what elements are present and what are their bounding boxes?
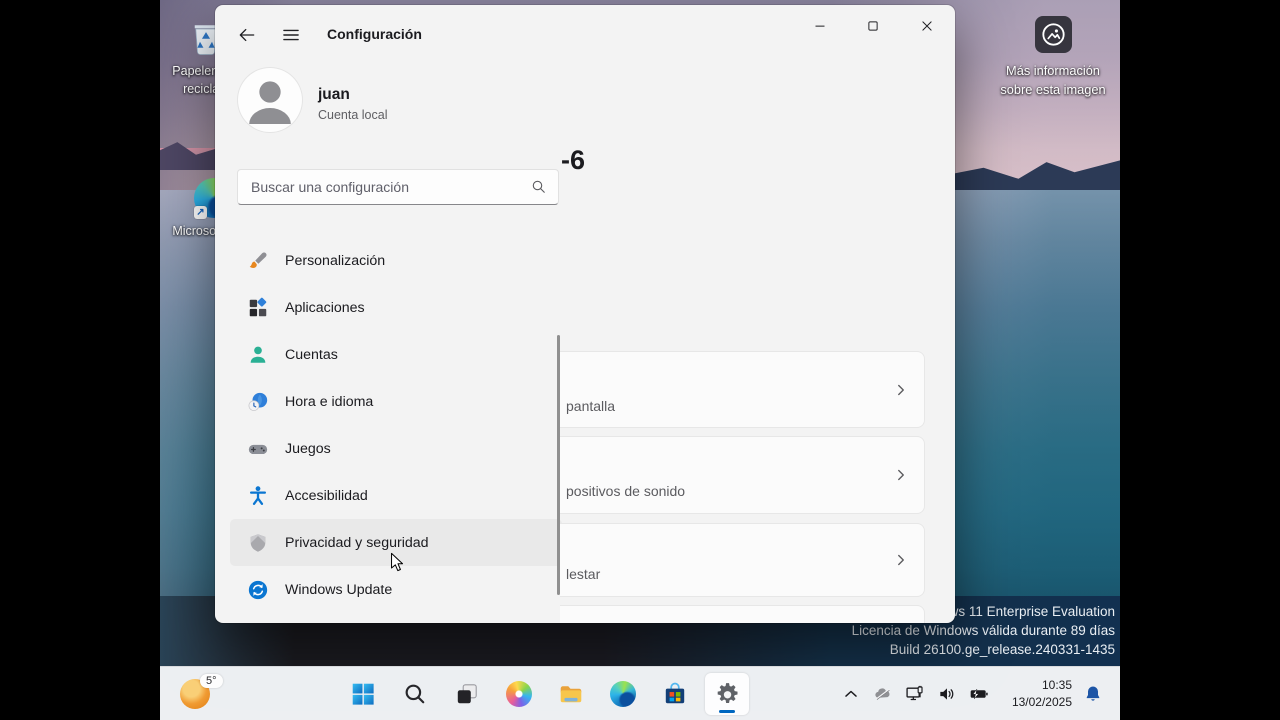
close-icon: [922, 21, 932, 31]
tray-icons: [840, 683, 990, 705]
chevron-right-icon: [892, 381, 910, 399]
settings-gear-icon: [714, 681, 740, 707]
accessibility-icon: [247, 485, 269, 507]
hamburger-icon: [283, 29, 299, 41]
card-subtitle-fragment: pantalla: [566, 398, 616, 414]
sidebar-item-label: Cuentas: [285, 346, 338, 363]
sidebar-item-label: Accesibilidad: [285, 487, 368, 504]
accounts-icon: [247, 344, 269, 366]
profile-name: juan: [318, 86, 350, 103]
edge-icon: [610, 681, 636, 707]
sidebar-item-accessibility[interactable]: Accesibilidad: [230, 472, 562, 519]
settings-window: Configuración juan Cuenta local Buscar u…: [215, 5, 955, 623]
taskbar-button-file-explorer[interactable]: [549, 673, 593, 715]
personalization-brush-icon: [247, 250, 269, 272]
store-icon: [662, 681, 688, 707]
minimize-icon: [815, 25, 825, 27]
settings-card[interactable]: [560, 605, 925, 623]
system-tray: 10:35 13/02/2025: [840, 673, 1104, 715]
letterbox-right: [1120, 0, 1280, 720]
spotlight-label-line1: Más información: [1006, 63, 1100, 78]
taskbar-button-edge[interactable]: [601, 673, 645, 715]
sidebar-item-apps[interactable]: Aplicaciones: [230, 284, 562, 331]
clock-date: 13/02/2025: [1011, 695, 1072, 709]
watermark-line2: Licencia de Windows válida durante 89 dí…: [851, 623, 1115, 638]
active-indicator: [719, 710, 735, 713]
card-subtitle-fragment: lestar: [566, 566, 601, 582]
weather-temp: 5°: [200, 674, 223, 688]
chevron-up-icon[interactable]: [840, 683, 862, 705]
close-button[interactable]: [904, 9, 950, 43]
chevron-right-icon: [892, 551, 910, 569]
sidebar-item-time-language[interactable]: Hora e idioma: [230, 378, 562, 425]
letterbox-left: [0, 0, 160, 720]
settings-card[interactable]: lestar: [560, 523, 925, 597]
minimize-button[interactable]: [797, 9, 843, 43]
windows-update-icon: [247, 579, 269, 601]
search-icon: [530, 178, 548, 196]
apps-icon: [247, 297, 269, 319]
maximize-button[interactable]: [850, 9, 896, 43]
speaker-icon[interactable]: [936, 683, 958, 705]
taskbar-button-store[interactable]: [653, 673, 697, 715]
gaming-icon: [247, 438, 269, 460]
sidebar-item-label: Windows Update: [285, 581, 393, 598]
task-view-icon: [454, 681, 480, 707]
notification-bell-icon[interactable]: [1082, 683, 1104, 705]
shortcut-arrow-icon: ↗: [194, 206, 207, 219]
taskbar-clock[interactable]: 10:35 13/02/2025: [1000, 677, 1072, 711]
battery-charging-icon[interactable]: [968, 683, 990, 705]
spotlight-label-line2: sobre esta imagen: [1000, 81, 1106, 97]
display-connect-icon[interactable]: [904, 683, 926, 705]
taskbar: 5° 10:35 13/02/2025: [160, 666, 1120, 720]
chevron-right-icon: [892, 466, 910, 484]
taskbar-button-copilot[interactable]: [497, 673, 541, 715]
desktop: Papelera de reciclaje ↗ Microsoft Edge M…: [160, 0, 1120, 720]
folder-icon: [558, 681, 584, 707]
sidebar-item-gaming[interactable]: Juegos: [230, 425, 562, 472]
watermark-line3: Build 26100.ge_release.240331-1435: [889, 642, 1115, 657]
search-input[interactable]: [238, 170, 558, 204]
card-subtitle-fragment: positivos de sonido: [566, 483, 686, 499]
sidebar-item-label: Juegos: [285, 440, 331, 457]
time-language-icon: [247, 391, 269, 413]
back-arrow-icon: [239, 28, 255, 42]
sidebar-item-accounts[interactable]: Cuentas: [230, 331, 562, 378]
taskbar-button-search[interactable]: [393, 673, 437, 715]
sidebar-item-label: Aplicaciones: [285, 299, 365, 316]
settings-card[interactable]: positivos de sonido: [560, 436, 925, 514]
privacy-shield-icon: [247, 532, 269, 554]
page-heading-fragment: -6: [561, 145, 586, 175]
window-title: Configuración: [327, 26, 422, 42]
nav-menu-button[interactable]: [275, 19, 307, 51]
avatar: [238, 68, 302, 132]
windows-start-icon: [350, 681, 376, 707]
image-info-icon: [1035, 16, 1072, 53]
taskbar-button-start[interactable]: [341, 673, 385, 715]
onedrive-slash-icon[interactable]: [872, 683, 894, 705]
taskbar-button-settings[interactable]: [705, 673, 749, 715]
settings-card[interactable]: pantalla: [560, 351, 925, 428]
taskbar-button-task-view[interactable]: [445, 673, 489, 715]
mouse-cursor: [390, 552, 405, 574]
sidebar-item-label: Privacidad y seguridad: [285, 534, 429, 551]
back-button[interactable]: [231, 19, 263, 51]
sidebar-item-label: Hora e idioma: [285, 393, 374, 410]
weather-widget[interactable]: 5°: [174, 674, 234, 713]
search-icon: [402, 681, 428, 707]
profile-account-type: Cuenta local: [318, 108, 388, 122]
flyout-scrollbar[interactable]: [557, 335, 560, 595]
clock-time: 10:35: [1041, 678, 1072, 693]
sidebar-item-personalization[interactable]: Personalización: [230, 237, 562, 284]
maximize-icon: [868, 21, 878, 31]
copilot-icon: [506, 681, 532, 707]
settings-search: [237, 169, 559, 205]
sidebar-item-label: Personalización: [285, 252, 386, 269]
